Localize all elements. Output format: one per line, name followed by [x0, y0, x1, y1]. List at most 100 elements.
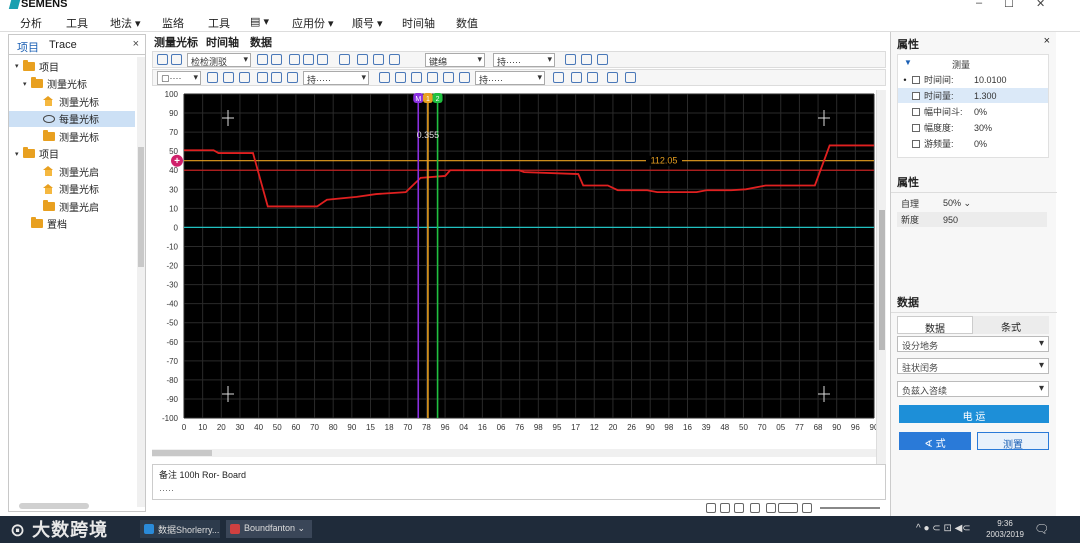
- taskbar-app-data[interactable]: 数据Shorlerry...: [140, 520, 220, 538]
- trash-icon[interactable]: [287, 72, 298, 83]
- tab-conditions[interactable]: 条式: [973, 316, 1049, 334]
- tree-item[interactable]: 测量光标: [9, 128, 135, 144]
- bracket-icon[interactable]: [427, 72, 438, 83]
- prev-page-icon[interactable]: [766, 503, 776, 513]
- edit-icon[interactable]: [389, 54, 400, 65]
- document-icon[interactable]: [357, 54, 368, 65]
- tree-item[interactable]: 测量光标: [9, 93, 135, 109]
- tab-project[interactable]: 项目: [17, 39, 39, 55]
- pill-icon[interactable]: [459, 72, 470, 83]
- tree-item[interactable]: ▾ 项目: [9, 146, 135, 162]
- tab-timeline[interactable]: 时间轴: [206, 34, 239, 50]
- copy-icon[interactable]: [553, 72, 564, 83]
- frame-icon[interactable]: [271, 72, 282, 83]
- signal-chart[interactable]: 0 10 20 30 40 50 60 70 80 90 15 18 70 78 96 04 16 06 76 98 9…: [148, 90, 888, 490]
- lock-icon[interactable]: [257, 72, 268, 83]
- menu-monitor[interactable]: 监络: [162, 15, 184, 31]
- tree-item[interactable]: 测量光启: [9, 198, 135, 214]
- menu-view[interactable]: ▤ ▾: [250, 15, 269, 28]
- menu-number[interactable]: 顺号 ▾: [352, 15, 383, 31]
- tree-item[interactable]: ▾ 项目: [9, 58, 135, 74]
- tree-scrollbar-thumb[interactable]: [138, 147, 144, 267]
- menu-application[interactable]: 应用份 ▾: [292, 15, 334, 31]
- menu-timeline[interactable]: 时间轴: [402, 15, 435, 31]
- expand-icon[interactable]: ▾: [15, 150, 23, 158]
- collapse-icon[interactable]: ▼: [904, 58, 912, 67]
- home-icon[interactable]: [379, 72, 390, 83]
- prev-icon[interactable]: [720, 503, 730, 513]
- tile-icon[interactable]: [750, 503, 760, 513]
- home-icon[interactable]: [289, 54, 300, 65]
- chart-hscrollbar-thumb[interactable]: [152, 450, 212, 456]
- notes-panel[interactable]: 备注 100h Ror- Board ·····: [152, 464, 886, 500]
- pin-icon[interactable]: [587, 72, 598, 83]
- menu-tools[interactable]: 工具: [66, 15, 88, 31]
- tree-item[interactable]: 测量光标: [9, 181, 135, 197]
- shape-combo[interactable]: ▢····: [157, 71, 201, 85]
- step-icon[interactable]: [411, 72, 422, 83]
- mode-button[interactable]: ∢ 式: [899, 432, 971, 450]
- tab-data[interactable]: 数据: [897, 316, 973, 335]
- columns-icon[interactable]: [303, 54, 314, 65]
- flag-icon[interactable]: [339, 54, 350, 65]
- notes-input[interactable]: ·····: [159, 485, 174, 495]
- tree-item[interactable]: 测量光启: [9, 163, 135, 179]
- zoom-icon[interactable]: [706, 503, 716, 513]
- tree-item[interactable]: ▾ 测量光标: [9, 76, 135, 92]
- trace-combo[interactable]: 持·····: [303, 71, 369, 85]
- channel-combo[interactable]: 持·····: [475, 71, 545, 85]
- station-select[interactable]: 驻状闰务: [897, 358, 1049, 374]
- tree-hscrollbar[interactable]: [19, 503, 89, 509]
- attr-row-speed[interactable]: 新度 950: [897, 212, 1047, 227]
- expand-icon[interactable]: ▾: [23, 80, 31, 88]
- close-icon[interactable]: ×: [133, 38, 139, 50]
- mode-combo[interactable]: 检检测驳: [187, 53, 251, 67]
- select-icon[interactable]: [171, 54, 182, 65]
- menu-values[interactable]: 数值: [456, 15, 478, 31]
- pointer-icon[interactable]: [157, 54, 168, 65]
- draw-icon[interactable]: [207, 72, 218, 83]
- tab-data[interactable]: 数据: [250, 34, 272, 50]
- menu-analysis[interactable]: 分析: [20, 15, 42, 31]
- expand-icon[interactable]: [571, 72, 582, 83]
- target-icon[interactable]: [607, 72, 618, 83]
- ruler-icon[interactable]: [395, 72, 406, 83]
- checkbox[interactable]: [912, 139, 920, 148]
- menu-tools-2[interactable]: 工具: [208, 15, 230, 31]
- checkbox[interactable]: [912, 75, 920, 84]
- input-select[interactable]: 负兹入咨续: [897, 381, 1049, 397]
- grid-icon[interactable]: [734, 503, 744, 513]
- tree-item[interactable]: 置档: [9, 216, 135, 232]
- tab-measurement-cursor[interactable]: 测量光标: [154, 34, 198, 50]
- note-icon[interactable]: [373, 54, 384, 65]
- menu-location[interactable]: 地法 ▾: [110, 15, 141, 31]
- chart-vscrollbar[interactable]: [876, 90, 886, 490]
- attr-value[interactable]: 950: [943, 215, 958, 225]
- notification-icon[interactable]: 🗨: [1034, 522, 1049, 536]
- clock[interactable]: 9:36 2003/2019: [983, 518, 1027, 540]
- close-icon[interactable]: ×: [1044, 35, 1050, 47]
- sync-icon[interactable]: [581, 54, 592, 65]
- prop-row-time-interval[interactable]: • 时间间: 10.0100: [898, 72, 1048, 87]
- zoom-slider[interactable]: [820, 507, 880, 509]
- shield-icon[interactable]: [239, 72, 250, 83]
- taskbar-app-board[interactable]: Boundfanton ⌄: [226, 520, 312, 538]
- prop-row-frequency[interactable]: 游频量: 0%: [898, 136, 1048, 151]
- prop-row-amplitude[interactable]: 幅度度: 30%: [898, 120, 1048, 135]
- attr-value[interactable]: 50% ⌄: [943, 198, 971, 209]
- tree-scrollbar[interactable]: [137, 57, 145, 507]
- tab-trace[interactable]: Trace: [49, 39, 77, 51]
- ruler-icon[interactable]: [223, 72, 234, 83]
- measure-button[interactable]: 测置: [977, 432, 1049, 451]
- chart-area[interactable]: 0 10 20 30 40 50 60 70 80 90 15 18 70 78 96 04 16 06 76 98 9…: [148, 90, 888, 490]
- hold-combo[interactable]: 持·····: [493, 53, 555, 67]
- checkbox[interactable]: [912, 91, 920, 100]
- tree-item[interactable]: 每量光标: [9, 110, 135, 127]
- list-icon[interactable]: [257, 54, 268, 65]
- chart-hscrollbar[interactable]: [152, 449, 876, 457]
- close-icon[interactable]: [625, 72, 636, 83]
- expand-icon[interactable]: ▾: [15, 62, 23, 70]
- shape-icon[interactable]: [443, 72, 454, 83]
- key-combo[interactable]: 键绵: [425, 53, 485, 67]
- system-tray[interactable]: ^ ● ⊂ ⊡ ◀⊂: [916, 523, 971, 534]
